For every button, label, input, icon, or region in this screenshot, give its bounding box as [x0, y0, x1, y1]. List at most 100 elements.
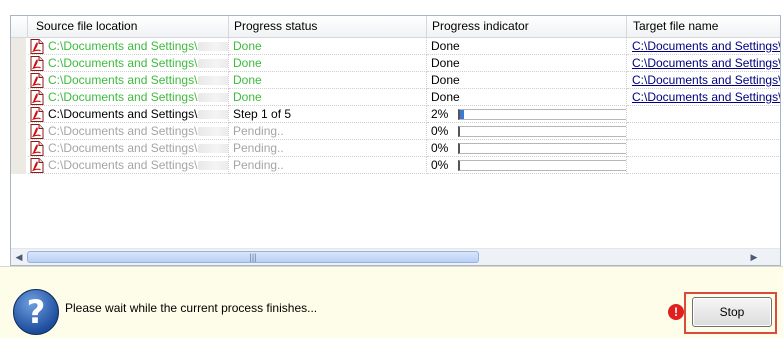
row-gutter: [11, 140, 26, 157]
column-header-source[interactable]: Source file location: [28, 16, 229, 37]
source-path: C:\Documents and Settings\: [48, 39, 198, 53]
pdf-file-icon: [30, 124, 44, 139]
row-gutter: [11, 38, 26, 55]
row-gutter: [11, 157, 26, 174]
source-path: C:\Documents and Settings\: [48, 158, 198, 172]
status-cell: Pending..: [229, 123, 427, 140]
source-path: C:\Documents and Settings\: [48, 107, 198, 121]
column-header-status[interactable]: Progress status: [229, 16, 427, 37]
source-path: C:\Documents and Settings\: [48, 56, 198, 70]
indicator-cell: 0%: [427, 157, 627, 174]
indicator-text: Done: [431, 56, 460, 70]
scroll-right-icon[interactable]: ▶: [747, 251, 761, 264]
target-cell: [627, 157, 780, 174]
target-file-link[interactable]: C:\Documents and Settings\: [632, 39, 780, 53]
indicator-cell: 0%: [427, 140, 627, 157]
redacted-username: [198, 93, 228, 102]
redacted-username: [198, 144, 228, 153]
target-file-link[interactable]: C:\Documents and Settings\: [632, 73, 780, 87]
status-cell: Done: [229, 89, 427, 106]
table-row[interactable]: C:\Documents and Settings\ Pending.. 0%: [11, 123, 780, 140]
target-cell: C:\Documents and Settings\: [627, 38, 780, 55]
pdf-file-icon: [30, 56, 44, 71]
redacted-username: [198, 127, 228, 136]
progress-bar: [458, 160, 626, 171]
table-row[interactable]: C:\Documents and Settings\ Pending.. 0%: [11, 157, 780, 174]
scroll-left-icon[interactable]: ◀: [12, 251, 26, 264]
indicator-text: Done: [431, 90, 460, 104]
pdf-file-icon: [30, 107, 44, 122]
target-file-link[interactable]: C:\Documents and Settings\: [632, 56, 780, 70]
source-path: C:\Documents and Settings\: [48, 141, 198, 155]
header-gutter: [11, 16, 28, 37]
table-row[interactable]: C:\Documents and Settings\ Pending.. 0%: [11, 140, 780, 157]
scrollbar-thumb[interactable]: |||: [27, 251, 479, 263]
alert-badge-icon: !: [668, 304, 684, 320]
indicator-cell: Done: [427, 89, 627, 106]
source-cell: C:\Documents and Settings\: [28, 157, 229, 174]
progress-bar: [458, 109, 626, 120]
indicator-cell: Done: [427, 72, 627, 89]
status-cell: Pending..: [229, 140, 427, 157]
status-cell: Done: [229, 55, 427, 72]
source-path: C:\Documents and Settings\: [48, 124, 198, 138]
target-cell: [627, 123, 780, 140]
status-cell: Done: [229, 38, 427, 55]
pdf-file-icon: [30, 73, 44, 88]
source-path: C:\Documents and Settings\: [48, 90, 198, 104]
horizontal-scrollbar[interactable]: ◀ ||| ▶: [11, 248, 780, 265]
status-panel: ? Please wait while the current process …: [0, 266, 783, 338]
source-cell: C:\Documents and Settings\: [28, 89, 229, 106]
indicator-cell: Done: [427, 55, 627, 72]
source-cell: C:\Documents and Settings\: [28, 123, 229, 140]
progress-fill: [460, 110, 464, 119]
row-gutter: [11, 89, 26, 106]
redacted-username: [198, 110, 228, 119]
column-header-target[interactable]: Target file name: [627, 16, 780, 37]
progress-percent: 0%: [431, 141, 449, 155]
row-gutter: [11, 106, 26, 123]
source-cell: C:\Documents and Settings\: [28, 38, 229, 55]
redacted-username: [198, 59, 228, 68]
pdf-file-icon: [30, 90, 44, 105]
progress-bar: [458, 126, 626, 137]
redacted-username: [198, 161, 228, 170]
list-header: Source file location Progress status Pro…: [11, 16, 780, 38]
row-gutter: [11, 123, 26, 140]
pdf-file-icon: [30, 39, 44, 54]
table-row[interactable]: C:\Documents and Settings\ Done Done C:\Doc…: [11, 55, 780, 72]
progress-percent: 2%: [431, 107, 449, 121]
source-cell: C:\Documents and Settings\: [28, 106, 229, 123]
target-file-link[interactable]: C:\Documents and Settings\: [632, 90, 780, 104]
table-row[interactable]: C:\Documents and Settings\ Done Done C:\Doc…: [11, 89, 780, 106]
indicator-cell: Done: [427, 38, 627, 55]
status-cell: Done: [229, 72, 427, 89]
source-cell: C:\Documents and Settings\: [28, 55, 229, 72]
source-cell: C:\Documents and Settings\: [28, 140, 229, 157]
pdf-file-icon: [30, 141, 44, 156]
status-cell: Pending..: [229, 157, 427, 174]
redacted-username: [198, 42, 228, 51]
stop-button[interactable]: Stop: [692, 297, 772, 327]
table-row[interactable]: C:\Documents and Settings\ Step 1 of 5 2%: [11, 106, 780, 123]
column-header-indicator[interactable]: Progress indicator: [427, 16, 627, 37]
indicator-text: Done: [431, 73, 460, 87]
row-gutter: [11, 72, 26, 89]
file-list-view: Source file location Progress status Pro…: [10, 15, 781, 266]
table-row[interactable]: C:\Documents and Settings\ Done Done C:\Doc…: [11, 38, 780, 55]
row-gutter: [11, 55, 26, 72]
status-message: Please wait while the current process fi…: [65, 301, 318, 315]
target-cell: C:\Documents and Settings\: [627, 89, 780, 106]
target-cell: [627, 140, 780, 157]
source-path: C:\Documents and Settings\: [48, 73, 198, 87]
target-cell: C:\Documents and Settings\: [627, 55, 780, 72]
indicator-cell: 2%: [427, 106, 627, 123]
progress-percent: 0%: [431, 124, 449, 138]
table-row[interactable]: C:\Documents and Settings\ Done Done C:\Doc…: [11, 72, 780, 89]
redacted-username: [198, 76, 228, 85]
target-cell: [627, 106, 780, 123]
progress-bar: [458, 143, 626, 154]
indicator-cell: 0%: [427, 123, 627, 140]
target-cell: C:\Documents and Settings\: [627, 72, 780, 89]
help-icon: ?: [13, 289, 59, 335]
